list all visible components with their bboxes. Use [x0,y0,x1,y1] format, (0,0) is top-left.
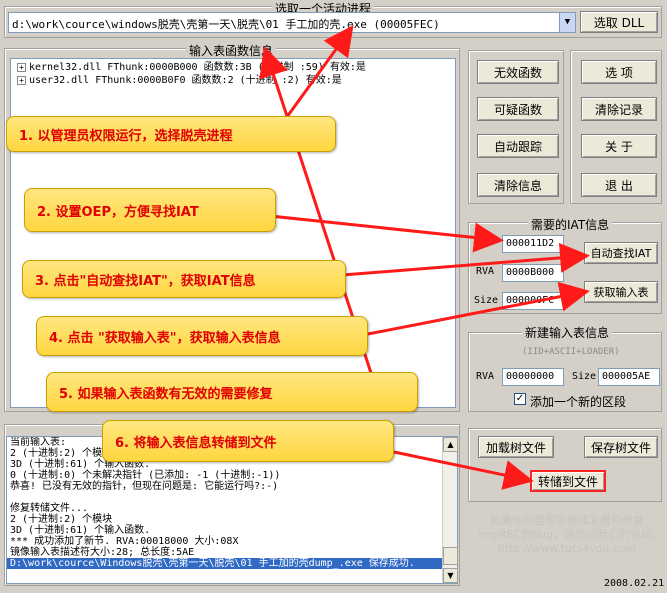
select-dll-button[interactable]: 选取 DLL [580,11,658,33]
clear-log-button[interactable]: 清除记录 [581,97,657,121]
new-imports-group-title: 新建输入表信息 [522,324,613,341]
size-label: Size [474,295,499,306]
about-button[interactable]: 关 于 [581,134,657,158]
auto-find-iat-button[interactable]: 自动查找IAT [584,242,658,264]
scroll-down-icon[interactable]: ▼ [443,568,458,583]
callout-step-5: 5. 如果输入表函数有无效的需要修复 [46,372,418,412]
callout-step-2: 2. 设置OEP，方便寻找IAT [24,188,276,232]
callout-step-4: 4. 点击 "获取输入表"，获取输入表信息 [36,316,368,356]
callout-step-3: 3. 点击"自动查找IAT"，获取IAT信息 [22,260,346,298]
new-imports-subtitle: (IID+ASCII+LOADER) [522,347,620,357]
auto-trace-button[interactable]: 自动跟踪 [477,134,559,158]
oep-label: OEP [476,237,495,248]
forum-watermark-line3: http://www.tuts4you.com [497,542,637,555]
log-scrollbar[interactable]: ▲ ▼ [442,437,458,583]
dump-to-file-button[interactable]: 转储到文件 [530,470,606,492]
process-select[interactable]: d:\work\cource\windows脱壳\壳第一天\脱壳\01 手工加的… [8,12,576,33]
tree-node-user32[interactable]: + user32.dll FThunk:0000B0F0 函数数:2 (十进制 :… [11,74,455,87]
log-line: 0 (十进制:0) 个未解决指针 (已添加: -1 (十进制:-1)) [10,470,281,481]
clear-info-button[interactable]: 清除信息 [477,173,559,197]
invalid-functions-button[interactable]: 无效函数 [477,60,559,84]
load-tree-button[interactable]: 加载树文件 [478,436,554,458]
iat-group-title: 需要的IAT信息 [528,216,613,233]
chevron-down-icon[interactable]: ▼ [559,13,575,32]
suspicious-functions-button[interactable]: 可疑函数 [477,97,559,121]
log-line: 恭喜! 已没有无效的指针，但现在问题是: 它能运行吗?:-) [10,481,279,492]
rva-input[interactable]: 0000B000 [502,264,564,282]
oep-input[interactable]: 000011D2 [502,235,564,253]
log-line: 镜像输入表描述符大小:28; 总长度:5AE [10,547,195,558]
new-size-input[interactable]: 000005AE [598,368,660,386]
callout-step-1: 1. 以管理员权限运行，选择脱壳进程 [6,116,336,152]
forum-watermark-line1: 如果你想要帮助继续发展和修复 [490,514,644,527]
options-button[interactable]: 选 项 [581,60,657,84]
tree-node-label: user32.dll FThunk:0000B0F0 函数数:2 (十进制 :2… [29,75,342,86]
new-rva-label: RVA [476,371,495,382]
add-section-label[interactable]: 添加一个新的区段 [530,393,626,410]
add-section-checkbox[interactable]: ✓ [514,393,526,405]
expand-icon[interactable]: + [17,75,26,85]
size-input[interactable]: 000000FC [502,292,564,310]
process-select-value: d:\work\cource\windows脱壳\壳第一天\脱壳\01 手工加的… [12,18,440,31]
scroll-up-icon[interactable]: ▲ [443,437,458,452]
save-tree-button[interactable]: 保存树文件 [584,436,658,458]
scroll-thumb[interactable] [443,547,458,565]
tree-node-kernel32[interactable]: + kernel32.dll FThunk:0000B000 函数数:3B (十进… [11,61,455,74]
log-line: 3D (十进制:61) 个输入函数. [10,525,151,536]
new-size-label: Size [572,371,597,382]
forum-watermark-line2: impREC的bug，请访问我们的论坛: [478,528,656,541]
imports-group-title: 输入表函数信息 [186,42,277,59]
log-line: 修复转储文件... [10,503,89,514]
version-date: 2008.02.21 [604,578,665,589]
log-line: *** 成功添加了新节. RVA:00018000 大小:08X [10,536,239,547]
callout-step-6: 6. 将输入表信息转储到文件 [102,420,394,462]
log-line-selected: D:\work\cource\Windows脱壳\壳第一天\脱壳\01 手工加的… [7,558,457,569]
new-rva-input[interactable]: 00000000 [502,368,564,386]
get-imports-button[interactable]: 获取输入表 [584,281,658,303]
rva-label: RVA [476,266,495,277]
exit-button[interactable]: 退 出 [581,173,657,197]
log-line: 2 (十进制:2) 个模块 [10,514,113,525]
expand-icon[interactable]: + [17,62,26,72]
tree-node-label: kernel32.dll FThunk:0000B000 函数数:3B (十进制… [29,62,366,73]
